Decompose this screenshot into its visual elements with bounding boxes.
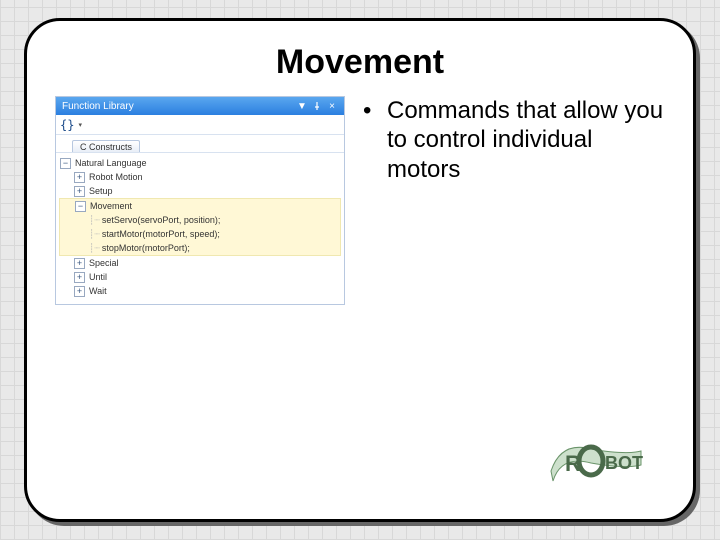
slide-title: Movement [55, 43, 665, 82]
tree-label: Robot Motion [89, 172, 143, 182]
tree-guide-icon: ┊┈ [89, 215, 100, 226]
tree-item-wait[interactable]: + Wait [60, 284, 340, 298]
tree-label: Special [89, 258, 119, 268]
panel-header: Function Library ▼ × [56, 97, 344, 115]
tree-label: startMotor(motorPort, speed); [102, 229, 220, 239]
tree-label: Until [89, 272, 107, 282]
expand-icon[interactable]: + [74, 172, 85, 183]
robotc-logo: R BOT [541, 431, 651, 491]
panel-toolbar: {} ▾ [56, 115, 344, 135]
movement-highlight-block: − Movement ┊┈ setServo(servoPort, positi… [59, 198, 341, 256]
logo-bot: BOT [605, 453, 643, 473]
tree-fn-stopmotor[interactable]: ┊┈ stopMotor(motorPort); [61, 241, 339, 255]
tree-item-setup[interactable]: + Setup [60, 184, 340, 198]
tree-root-row[interactable]: − Natural Language [60, 156, 340, 170]
tree-label: Movement [90, 201, 132, 211]
bullet-item: Commands that allow you to control indiv… [363, 96, 665, 184]
panel-title: Function Library [62, 101, 293, 112]
panel-pin-icon[interactable] [311, 100, 323, 112]
panel-tab-row: C Constructs [56, 135, 344, 153]
expand-icon[interactable]: + [74, 272, 85, 283]
tree-root-label: Natural Language [75, 158, 147, 168]
slide-card: Movement Function Library ▼ × {} ▾ [24, 18, 696, 522]
tree-item-robot-motion[interactable]: + Robot Motion [60, 170, 340, 184]
tree-label: Wait [89, 286, 107, 296]
collapse-icon[interactable]: − [60, 158, 71, 169]
left-column: Function Library ▼ × {} ▾ C Constructs [55, 96, 345, 305]
tree-label: stopMotor(motorPort); [102, 243, 190, 253]
function-library-panel: Function Library ▼ × {} ▾ C Constructs [55, 96, 345, 305]
expand-icon[interactable]: + [74, 286, 85, 297]
right-column: Commands that allow you to control indiv… [363, 96, 665, 305]
tree-label: setServo(servoPort, position); [102, 215, 221, 225]
tab-c-constructs[interactable]: C Constructs [72, 140, 140, 152]
tree-guide-icon: ┊┈ [89, 229, 100, 240]
tree-guide-icon: ┊┈ [89, 243, 100, 254]
tree-label: Setup [89, 186, 113, 196]
tree-fn-startmotor[interactable]: ┊┈ startMotor(motorPort, speed); [61, 227, 339, 241]
panel-close-icon[interactable]: × [326, 100, 338, 112]
tree-item-movement[interactable]: − Movement [61, 199, 339, 213]
braces-icon[interactable]: {} [60, 118, 74, 132]
tree-view: − Natural Language + Robot Motion + Setu… [56, 153, 344, 304]
tree-fn-setservo[interactable]: ┊┈ setServo(servoPort, position); [61, 213, 339, 227]
tree-item-special[interactable]: + Special [60, 256, 340, 270]
panel-dropdown-icon[interactable]: ▼ [296, 100, 308, 112]
expand-icon[interactable]: + [74, 186, 85, 197]
tree-item-until[interactable]: + Until [60, 270, 340, 284]
toolbar-dropdown-icon[interactable]: ▾ [78, 121, 82, 129]
expand-icon[interactable]: + [74, 258, 85, 269]
slide-content: Function Library ▼ × {} ▾ C Constructs [55, 96, 665, 305]
collapse-icon[interactable]: − [75, 201, 86, 212]
